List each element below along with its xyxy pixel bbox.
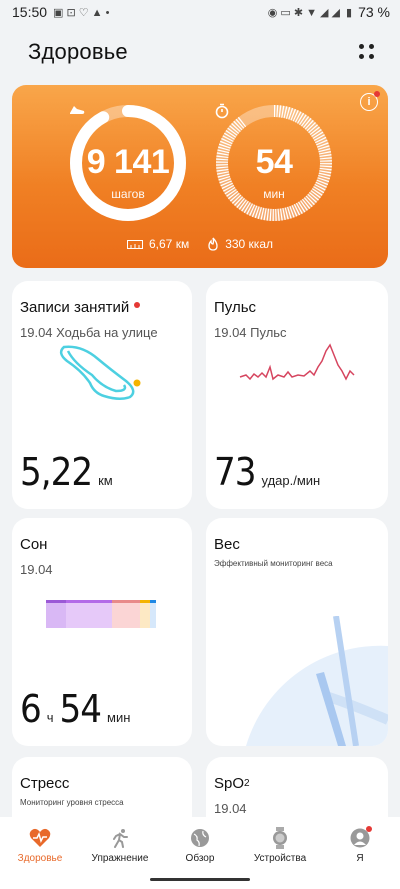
heart-pulse-icon [29, 827, 51, 849]
weight-gauge-graphic [246, 616, 388, 746]
notification-icons: ▣ ⊡ ♡ ▲ • [53, 6, 110, 19]
status-time: 15:50 [12, 4, 48, 20]
weight-title: Вес [214, 536, 240, 553]
spo2-title: SpO 2 [214, 775, 250, 792]
card-title: Записи занятий [20, 299, 141, 316]
tab-devices[interactable]: Устройства [240, 827, 320, 864]
sleep-card[interactable]: Сон 19.04 6 ч 54 мин [12, 518, 192, 746]
sleep-subtitle: 19.04 [20, 562, 53, 577]
calories-stat: 330 ккал [207, 237, 273, 251]
activity-title: Записи занятий [20, 299, 130, 316]
stress-card[interactable]: Стресс Мониторинг уровня стресса [12, 757, 192, 817]
activity-subtitle: 19.04 Ходьба на улице [20, 325, 158, 340]
watch-icon [269, 827, 291, 849]
pulse-chart-graphic [239, 343, 355, 381]
app-header: Здоровье [0, 30, 400, 74]
battery-level: 73 % [358, 4, 390, 20]
runner-icon [109, 827, 131, 849]
new-record-dot [134, 301, 141, 308]
sleep-title: Сон [20, 536, 48, 553]
tab-label: Устройства [253, 853, 307, 864]
pulse-card[interactable]: Пульс 19.04 Пульс 73 удар./мин [206, 281, 388, 509]
spo2-title-sub: 2 [244, 778, 250, 789]
status-bar: 15:50 ▣ ⊡ ♡ ▲ • ◉ ▭ ✱ ▼ ◢ ◢ ▮ 73 % [0, 0, 400, 24]
tab-label: Здоровье [17, 853, 63, 864]
activity-distance: 5,22 [20, 450, 93, 494]
sleep-stages-graphic [46, 600, 156, 628]
activity-records-card[interactable]: Записи занятий 19.04 Ходьба на улице 5,2… [12, 281, 192, 509]
page-title: Здоровье [28, 39, 128, 64]
steps-ring[interactable]: 9 141 шагов [68, 103, 188, 223]
activity-value: 5,22 км [20, 453, 113, 491]
route-map-graphic [59, 345, 141, 400]
sleep-minutes: 54 [59, 687, 102, 731]
more-menu-icon[interactable] [356, 41, 378, 63]
bottom-tab-bar: Здоровье Упражнение Обзор Устройства Я [0, 817, 400, 873]
time-unit: мин [263, 187, 285, 201]
steps-value: 9 141 [86, 143, 170, 181]
tab-health[interactable]: Здоровье [0, 827, 80, 864]
stress-title: Стресс [20, 775, 70, 792]
activity-unit: км [98, 473, 113, 488]
weight-subtitle: Эффективный мониторинг веса [214, 559, 333, 568]
home-indicator [0, 873, 400, 889]
notification-dot [374, 91, 380, 97]
distance-stat: 6,67 км [127, 237, 189, 251]
pulse-bpm: 73 [214, 450, 256, 494]
activity-rings-card[interactable]: i 9 141 шагов 54 мин 6,67 км 330 ккал [12, 85, 388, 268]
pulse-title: Пульс [214, 299, 257, 316]
time-value: 54 [255, 143, 293, 181]
stress-subtitle: Мониторинг уровня стресса [20, 798, 124, 807]
tab-overview[interactable]: Обзор [160, 827, 240, 864]
globe-icon [189, 827, 211, 849]
weight-card[interactable]: Вес Эффективный мониторинг веса [206, 518, 388, 746]
flame-icon [207, 237, 219, 251]
tab-label: Я [356, 853, 364, 864]
active-time-ring[interactable]: 54 мин [214, 103, 334, 223]
sleep-hours-unit: ч [46, 710, 54, 725]
distance-value: 6,67 км [149, 237, 190, 251]
pulse-value: 73 удар./мин [214, 453, 320, 491]
sleep-value: 6 ч 54 мин [20, 690, 130, 728]
system-icons: ◉ ▭ ✱ ▼ ◢ ◢ [267, 6, 341, 19]
tab-label: Обзор [185, 853, 215, 864]
tab-me[interactable]: Я [320, 826, 400, 864]
spo2-card[interactable]: SpO 2 19.04 [206, 757, 388, 817]
spo2-title-main: SpO [214, 775, 245, 792]
spo2-subtitle: 19.04 [214, 801, 247, 816]
tab-exercise[interactable]: Упражнение [80, 827, 160, 864]
sleep-hours: 6 [20, 687, 42, 731]
hero-stats: 6,67 км 330 ккал [12, 237, 388, 251]
calories-value: 330 ккал [225, 237, 273, 251]
notification-dot [366, 826, 372, 832]
pulse-unit: удар./мин [261, 473, 321, 488]
tab-label: Упражнение [91, 853, 149, 864]
steps-unit: шагов [111, 187, 145, 201]
ruler-icon [127, 239, 143, 249]
pulse-subtitle: 19.04 Пульс [214, 325, 287, 340]
battery-icon: ▮ [346, 6, 353, 19]
sleep-minutes-unit: мин [107, 710, 131, 725]
